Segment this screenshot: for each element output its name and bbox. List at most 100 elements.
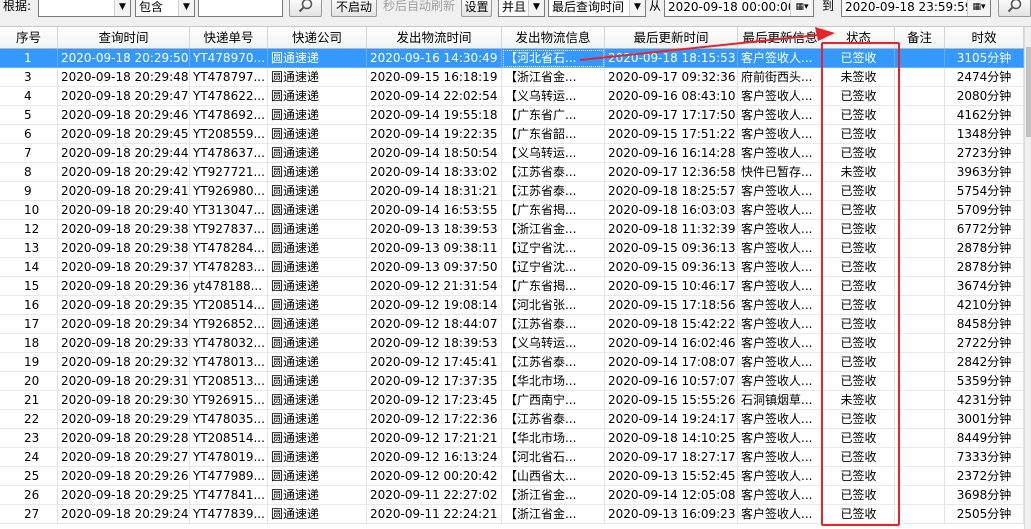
cell-courier[interactable]: 圆通速递: [268, 429, 367, 448]
cell-duration[interactable]: 3674分钟: [945, 277, 1024, 296]
cell-seq[interactable]: 9: [0, 182, 58, 201]
cell-tracking-no[interactable]: YT478032...: [190, 334, 268, 353]
cell-status[interactable]: 已签收: [823, 182, 895, 201]
cell-courier[interactable]: 圆通速递: [268, 448, 367, 467]
cell-last-update-time[interactable]: 2020-09-18 16:03:03: [605, 201, 738, 220]
header-col-courier[interactable]: 快递公司: [268, 27, 367, 48]
calendar-icon[interactable]: ▦▾: [790, 0, 813, 16]
table-row[interactable]: 8 2020-09-18 20:29:42 YT927721... 圆通速递 2020-…: [0, 163, 1024, 182]
cell-remark[interactable]: [895, 49, 945, 68]
cell-courier[interactable]: 圆通速递: [268, 505, 367, 524]
cell-remark[interactable]: [895, 258, 945, 277]
calendar-icon[interactable]: ▦▾: [967, 0, 990, 16]
cell-query-time[interactable]: 2020-09-18 20:29:32: [58, 353, 190, 372]
cell-ship-info[interactable]: 【浙江省金...: [502, 486, 605, 505]
cell-query-time[interactable]: 2020-09-18 20:29:25: [58, 486, 190, 505]
cell-tracking-no[interactable]: YT478283...: [190, 258, 268, 277]
header-col-status[interactable]: 状态: [823, 27, 895, 48]
cell-courier[interactable]: 圆通速递: [268, 106, 367, 125]
cell-ship-info[interactable]: 【义乌转运...: [502, 144, 605, 163]
header-col-duration[interactable]: 时效: [945, 27, 1024, 48]
cell-query-time[interactable]: 2020-09-18 20:29:31: [58, 372, 190, 391]
cell-duration[interactable]: 2842分钟: [945, 353, 1024, 372]
cell-tracking-no[interactable]: YT478035...: [190, 410, 268, 429]
cell-status[interactable]: 已签收: [823, 296, 895, 315]
cell-ship-info[interactable]: 【江苏省泰...: [502, 163, 605, 182]
cell-courier[interactable]: 圆通速递: [268, 49, 367, 68]
cell-seq[interactable]: 26: [0, 486, 58, 505]
cell-remark[interactable]: [895, 334, 945, 353]
cell-query-time[interactable]: 2020-09-18 20:29:30: [58, 391, 190, 410]
cell-remark[interactable]: [895, 144, 945, 163]
cell-ship-info[interactable]: 【河北省石...: [502, 49, 605, 68]
table-row[interactable]: 23 2020-09-18 20:29:28 YT208514... 圆通速递 2020…: [0, 429, 1024, 448]
cell-last-update-info[interactable]: 快件已暂存...: [738, 163, 823, 182]
cell-last-update-time[interactable]: 2020-09-15 17:51:22: [605, 125, 738, 144]
cell-status[interactable]: 已签收: [823, 315, 895, 334]
cell-last-update-info[interactable]: 客户签收人...: [738, 448, 823, 467]
cell-last-update-time[interactable]: 2020-09-18 14:10:25: [605, 429, 738, 448]
cell-query-time[interactable]: 2020-09-18 20:29:46: [58, 106, 190, 125]
table-row[interactable]: 18 2020-09-18 20:29:33 YT478032... 圆通速递 2020…: [0, 334, 1024, 353]
cell-courier[interactable]: 圆通速递: [268, 391, 367, 410]
cell-status[interactable]: 未签收: [823, 163, 895, 182]
cell-courier[interactable]: 圆通速递: [268, 144, 367, 163]
cell-status[interactable]: 已签收: [823, 467, 895, 486]
cell-query-time[interactable]: 2020-09-18 20:29:28: [58, 429, 190, 448]
cell-ship-time[interactable]: 2020-09-12 17:37:35: [367, 372, 502, 391]
cell-last-update-info[interactable]: 客户签收人...: [738, 429, 823, 448]
cell-last-update-info[interactable]: 客户签收人...: [738, 49, 823, 68]
cell-tracking-no[interactable]: YT477989...: [190, 467, 268, 486]
cell-tracking-no[interactable]: YT926915...: [190, 391, 268, 410]
cell-tracking-no[interactable]: YT208514...: [190, 296, 268, 315]
cell-ship-time[interactable]: 2020-09-12 18:44:07: [367, 315, 502, 334]
header-col-last-update-info[interactable]: 最后更新信息: [738, 27, 823, 48]
field-select[interactable]: ▼: [38, 0, 131, 17]
cell-duration[interactable]: 2878分钟: [945, 239, 1024, 258]
cell-tracking-no[interactable]: YT478970...: [190, 49, 268, 68]
cell-seq[interactable]: 17: [0, 315, 58, 334]
cell-ship-time[interactable]: 2020-09-12 17:45:41: [367, 353, 502, 372]
cell-duration[interactable]: 8458分钟: [945, 315, 1024, 334]
cell-courier[interactable]: 圆通速递: [268, 296, 367, 315]
cell-last-update-time[interactable]: 2020-09-18 18:15:53: [605, 49, 738, 68]
cell-last-update-info[interactable]: 客户签收人...: [738, 353, 823, 372]
cell-remark[interactable]: [895, 315, 945, 334]
cell-last-update-info[interactable]: 客户签收人...: [738, 315, 823, 334]
cell-query-time[interactable]: 2020-09-18 20:29:40: [58, 201, 190, 220]
cell-seq[interactable]: 21: [0, 391, 58, 410]
cell-courier[interactable]: 圆通速递: [268, 258, 367, 277]
cell-duration[interactable]: 4162分钟: [945, 106, 1024, 125]
cell-remark[interactable]: [895, 505, 945, 524]
cell-last-update-time[interactable]: 2020-09-15 10:46:17: [605, 277, 738, 296]
start-datetime-picker[interactable]: 2020-09-18 00:00:00 ▦▾: [664, 0, 814, 17]
cell-duration[interactable]: 3963分钟: [945, 163, 1024, 182]
settings-button[interactable]: 设置: [461, 0, 492, 17]
cell-last-update-info[interactable]: 客户签收人...: [738, 334, 823, 353]
cell-status[interactable]: 已签收: [823, 220, 895, 239]
cell-status[interactable]: 已签收: [823, 87, 895, 106]
cell-status[interactable]: 已签收: [823, 429, 895, 448]
cell-seq[interactable]: 24: [0, 448, 58, 467]
cell-ship-time[interactable]: 2020-09-12 00:20:42: [367, 467, 502, 486]
cell-remark[interactable]: [895, 353, 945, 372]
cell-remark[interactable]: [895, 182, 945, 201]
cell-last-update-time[interactable]: 2020-09-17 18:27:17: [605, 448, 738, 467]
table-row[interactable]: 7 2020-09-18 20:29:44 YT478637... 圆通速递 2020-…: [0, 144, 1024, 163]
match-select[interactable]: 包含 ▼: [135, 0, 195, 17]
cell-ship-time[interactable]: 2020-09-12 18:39:53: [367, 334, 502, 353]
cell-remark[interactable]: [895, 106, 945, 125]
header-col-query-time[interactable]: 查询时间: [58, 27, 190, 48]
cell-seq[interactable]: 15: [0, 277, 58, 296]
cell-ship-time[interactable]: 2020-09-14 22:02:54: [367, 87, 502, 106]
cell-ship-info[interactable]: 【浙江省金...: [502, 220, 605, 239]
cell-tracking-no[interactable]: YT926852...: [190, 315, 268, 334]
cell-last-update-info[interactable]: 客户签收人...: [738, 410, 823, 429]
cell-last-update-info[interactable]: 客户签收人...: [738, 125, 823, 144]
cell-ship-time[interactable]: 2020-09-14 19:22:35: [367, 125, 502, 144]
header-col-tracking-no[interactable]: 快递单号: [190, 27, 268, 48]
cell-seq[interactable]: 6: [0, 125, 58, 144]
cell-remark[interactable]: [895, 163, 945, 182]
cell-last-update-time[interactable]: 2020-09-18 11:32:39: [605, 220, 738, 239]
cell-last-update-info[interactable]: 客户签收人...: [738, 505, 823, 524]
